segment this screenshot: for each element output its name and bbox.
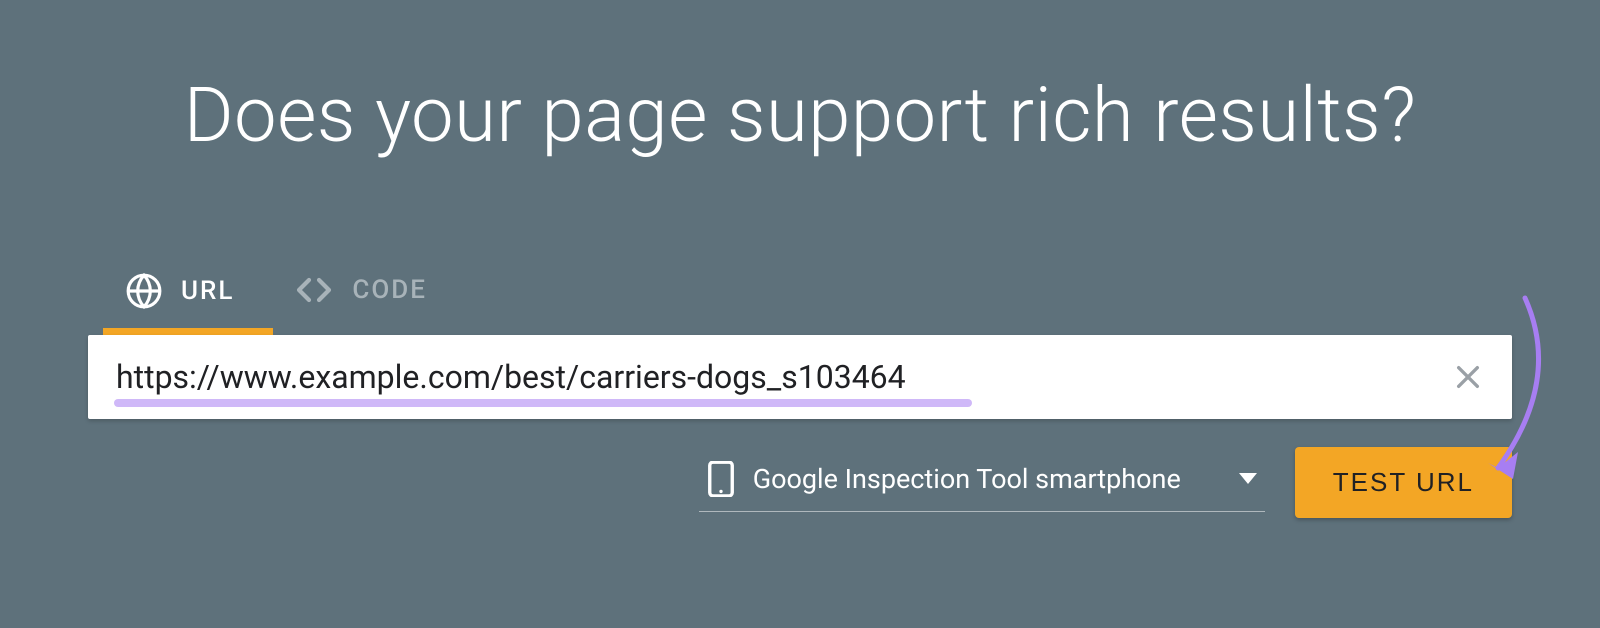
test-url-button[interactable]: TEST URL — [1295, 447, 1512, 518]
tab-url[interactable]: URL — [125, 272, 234, 330]
annotation-underline — [114, 399, 972, 407]
tab-code[interactable]: CODE — [294, 270, 427, 330]
page-heading: Does your page support rich results? — [0, 0, 1600, 160]
url-input[interactable] — [116, 358, 1452, 396]
input-mode-tabs: URL CODE — [125, 270, 1600, 330]
url-input-container — [88, 335, 1512, 419]
chevron-down-icon — [1239, 473, 1257, 485]
globe-icon — [125, 272, 163, 310]
smartphone-icon — [707, 461, 735, 497]
code-icon — [294, 270, 334, 310]
tab-code-label: CODE — [352, 275, 427, 305]
tab-url-label: URL — [181, 276, 234, 306]
bottom-controls: Google Inspection Tool smartphone TEST U… — [0, 447, 1512, 518]
user-agent-label: Google Inspection Tool smartphone — [753, 463, 1181, 495]
clear-input-icon[interactable] — [1452, 361, 1484, 393]
user-agent-select[interactable]: Google Inspection Tool smartphone — [699, 453, 1265, 512]
